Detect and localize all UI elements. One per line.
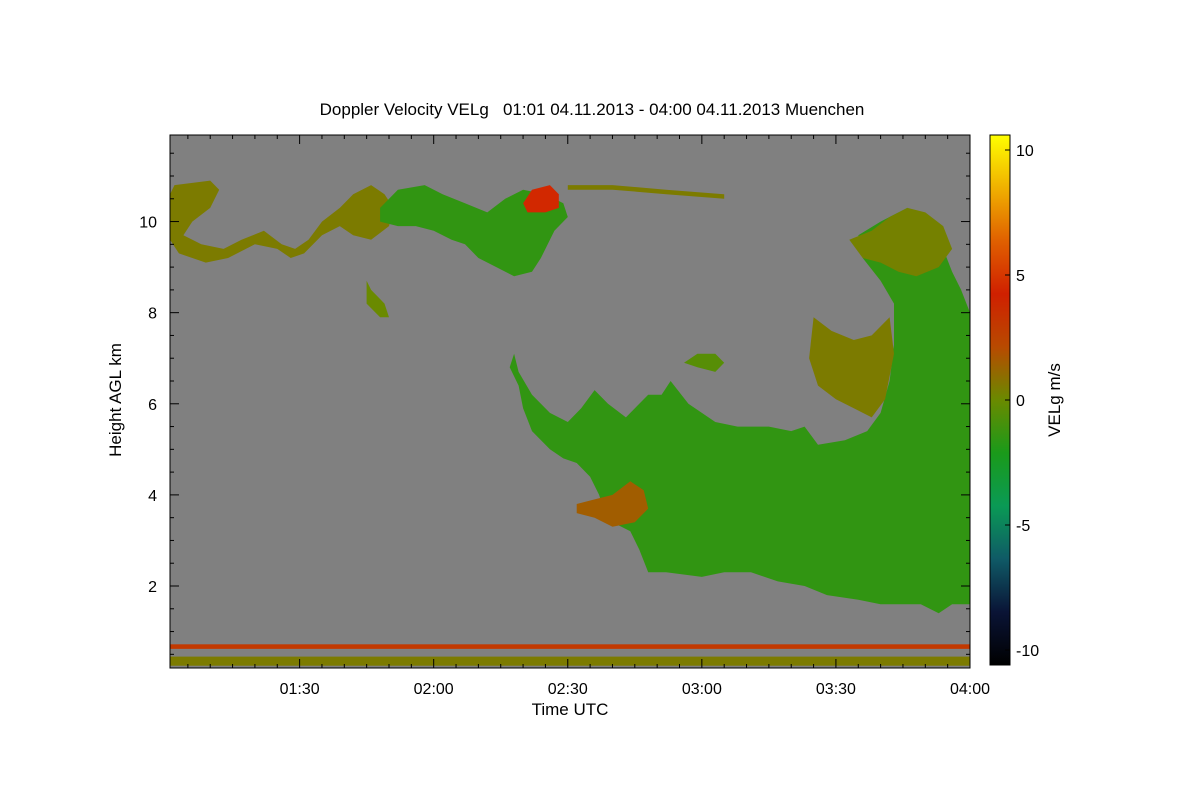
y-tick-label: 10 <box>139 215 157 232</box>
colorbar-tick-label: 10 <box>1016 143 1034 160</box>
x-tick-label: 03:30 <box>816 681 856 698</box>
band-red-band-0.7km <box>170 644 970 649</box>
y-tick-label: 4 <box>148 488 157 505</box>
colorbar-tick-label: 0 <box>1016 393 1025 410</box>
band-mixed-band-0.35km <box>170 656 970 666</box>
x-tick-label: 04:00 <box>950 681 990 698</box>
colorbar: 10 5 0 -5 -10 <box>989 134 1039 666</box>
x-axis-label: Time UTC <box>532 700 609 719</box>
y-axis-label: Height AGL km <box>106 343 125 457</box>
colorbar-label: VELg m/s <box>1045 363 1064 437</box>
doppler-velocity-chart: Doppler Velocity VELg 01:01 04.11.2013 -… <box>106 100 1064 719</box>
y-tick-label: 8 <box>148 306 157 323</box>
x-tick-label: 01:30 <box>280 681 320 698</box>
colorbar-tick-label: -5 <box>1016 518 1030 535</box>
chart-title: Doppler Velocity VELg 01:01 04.11.2013 -… <box>320 100 865 119</box>
plot-area: 01:30 02:00 02:30 03:00 03:30 04:00 2 4 6 8 10 <box>139 134 990 698</box>
x-tick-label: 02:00 <box>414 681 454 698</box>
colorbar-tick-label: 5 <box>1016 268 1025 285</box>
x-tick-label: 02:30 <box>548 681 588 698</box>
y-tick-label: 2 <box>148 579 157 596</box>
colorbar-tick-label: -10 <box>1016 643 1039 660</box>
x-tick-label: 03:00 <box>682 681 722 698</box>
y-tick-label: 6 <box>148 397 157 414</box>
